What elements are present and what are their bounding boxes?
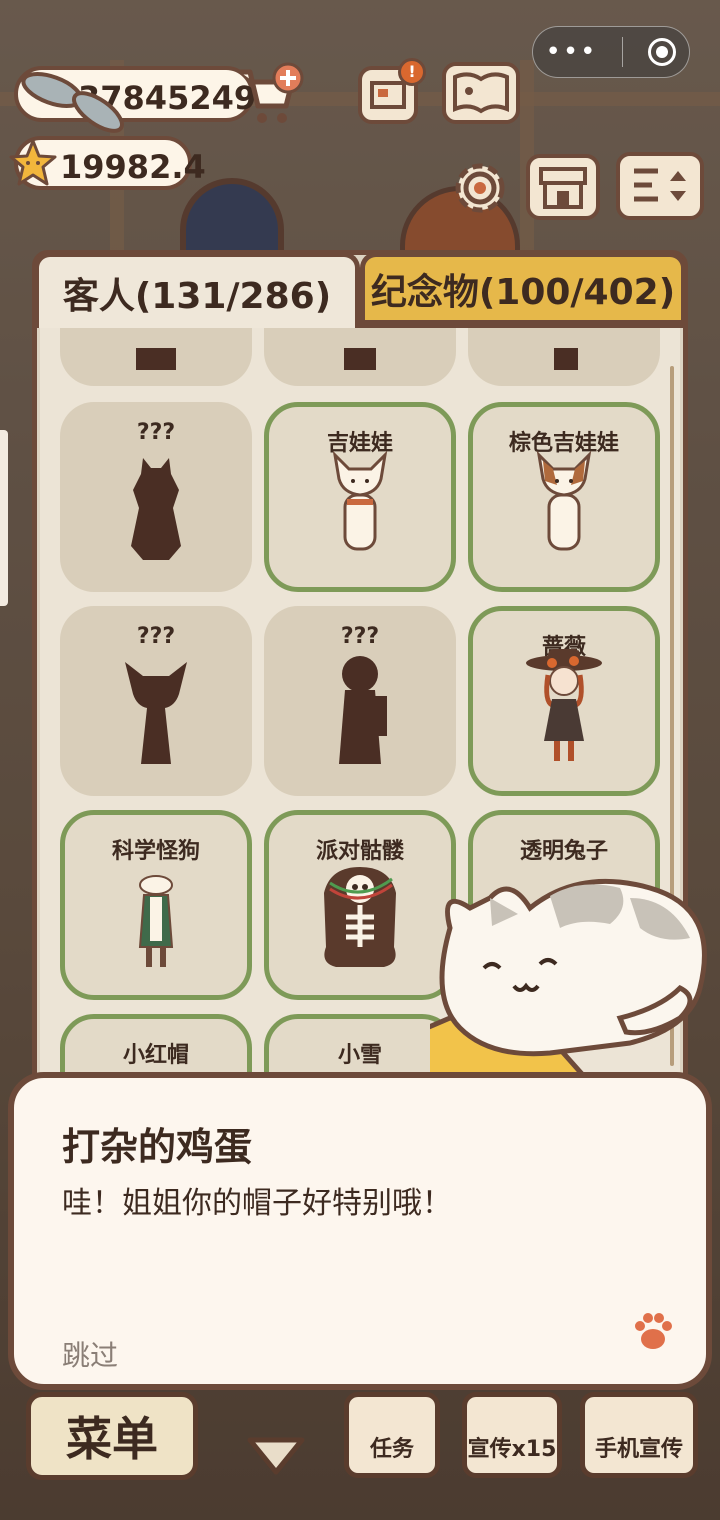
guest-card[interactable]: ??? — [264, 606, 456, 796]
guest-name: ??? — [136, 420, 176, 445]
science-dog-icon — [138, 875, 174, 967]
silhouette-icon — [125, 662, 187, 764]
fish-icon — [21, 72, 124, 133]
paw-book-button[interactable] — [442, 62, 520, 124]
guest-name: 小雪 — [337, 1043, 382, 1068]
guest-card[interactable]: ??? — [60, 402, 252, 592]
brown-chihuahua-icon — [536, 450, 592, 551]
guest-card[interactable]: 棕色吉娃娃 — [468, 402, 660, 592]
tab-souvenirs[interactable]: 纪念物(100/402) — [360, 252, 686, 328]
more-dots-icon[interactable]: ••• — [545, 39, 597, 65]
task-label: 任务 — [369, 1437, 414, 1462]
guest-card[interactable]: 蔷薇 — [468, 606, 660, 796]
promo-label: 宣传x15 — [467, 1437, 557, 1462]
silhouette-icon — [339, 656, 387, 764]
promo-button[interactable]: 宣传x15 — [462, 1392, 562, 1478]
rose-girl-icon — [526, 649, 602, 761]
guest-card[interactable]: 派对骷髅 — [264, 810, 456, 1000]
target-icon[interactable] — [648, 38, 677, 66]
chevron-down-icon[interactable] — [246, 1436, 306, 1476]
guest-name: ??? — [340, 624, 380, 649]
sleeping-cat-mascot — [430, 878, 707, 1083]
guest-card[interactable]: 吉娃娃 — [264, 402, 456, 592]
guest-card-partial[interactable] — [60, 326, 252, 386]
speaker-name: 打杂的鸡蛋 — [62, 1125, 253, 1169]
party-skeleton-icon — [324, 867, 396, 967]
star-face-icon — [9, 139, 57, 186]
silhouette-icon — [344, 348, 376, 370]
guest-name: 小红帽 — [122, 1043, 189, 1068]
gear-icon — [455, 163, 505, 213]
skip-button[interactable]: 跳过 — [62, 1334, 118, 1374]
miniprogram-capsule: ••• — [532, 26, 690, 78]
tab-guests[interactable]: 客人(131/286) — [34, 252, 360, 328]
menu-button[interactable]: 菜单 — [26, 1392, 198, 1480]
side-drawer-handle[interactable] — [0, 430, 8, 606]
phone-promo-label: 手机宣传 — [594, 1437, 683, 1462]
guest-card[interactable]: ??? — [60, 606, 252, 796]
silhouette-icon — [554, 348, 578, 370]
guest-card-partial[interactable] — [468, 326, 660, 386]
gear-button[interactable] — [448, 156, 512, 224]
task-button[interactable]: 任务 — [344, 1392, 440, 1478]
guest-name: 透明兔子 — [519, 839, 608, 864]
silhouette-icon — [136, 348, 176, 370]
sort-icon — [634, 168, 686, 202]
guest-name: 派对骷髅 — [315, 839, 404, 864]
phone-promo-button[interactable]: 手机宣传 — [580, 1392, 698, 1478]
star-count: 19982.4 — [60, 148, 206, 186]
silhouette-icon — [131, 458, 181, 560]
paw-book-icon — [453, 72, 509, 114]
dialogue-box[interactable]: 打杂的鸡蛋 哇！姐姐你的帽子好特别哦！ 跳过 — [8, 1072, 712, 1390]
cart-add-icon[interactable] — [234, 62, 304, 128]
guest-card[interactable]: 科学怪狗 — [60, 810, 252, 1000]
dialogue-text: 哇！姐姐你的帽子好特别哦！ — [62, 1186, 452, 1221]
sort-button[interactable] — [616, 152, 704, 220]
alert-badge: ! — [398, 58, 426, 86]
chihuahua-icon — [332, 450, 388, 551]
shop-button[interactable] — [526, 154, 600, 220]
paw-icon[interactable] — [632, 1312, 674, 1352]
shop-icon — [539, 167, 587, 209]
guest-name: 科学怪狗 — [111, 839, 200, 864]
guest-name: ??? — [136, 624, 176, 649]
guest-card-partial[interactable] — [264, 326, 456, 386]
